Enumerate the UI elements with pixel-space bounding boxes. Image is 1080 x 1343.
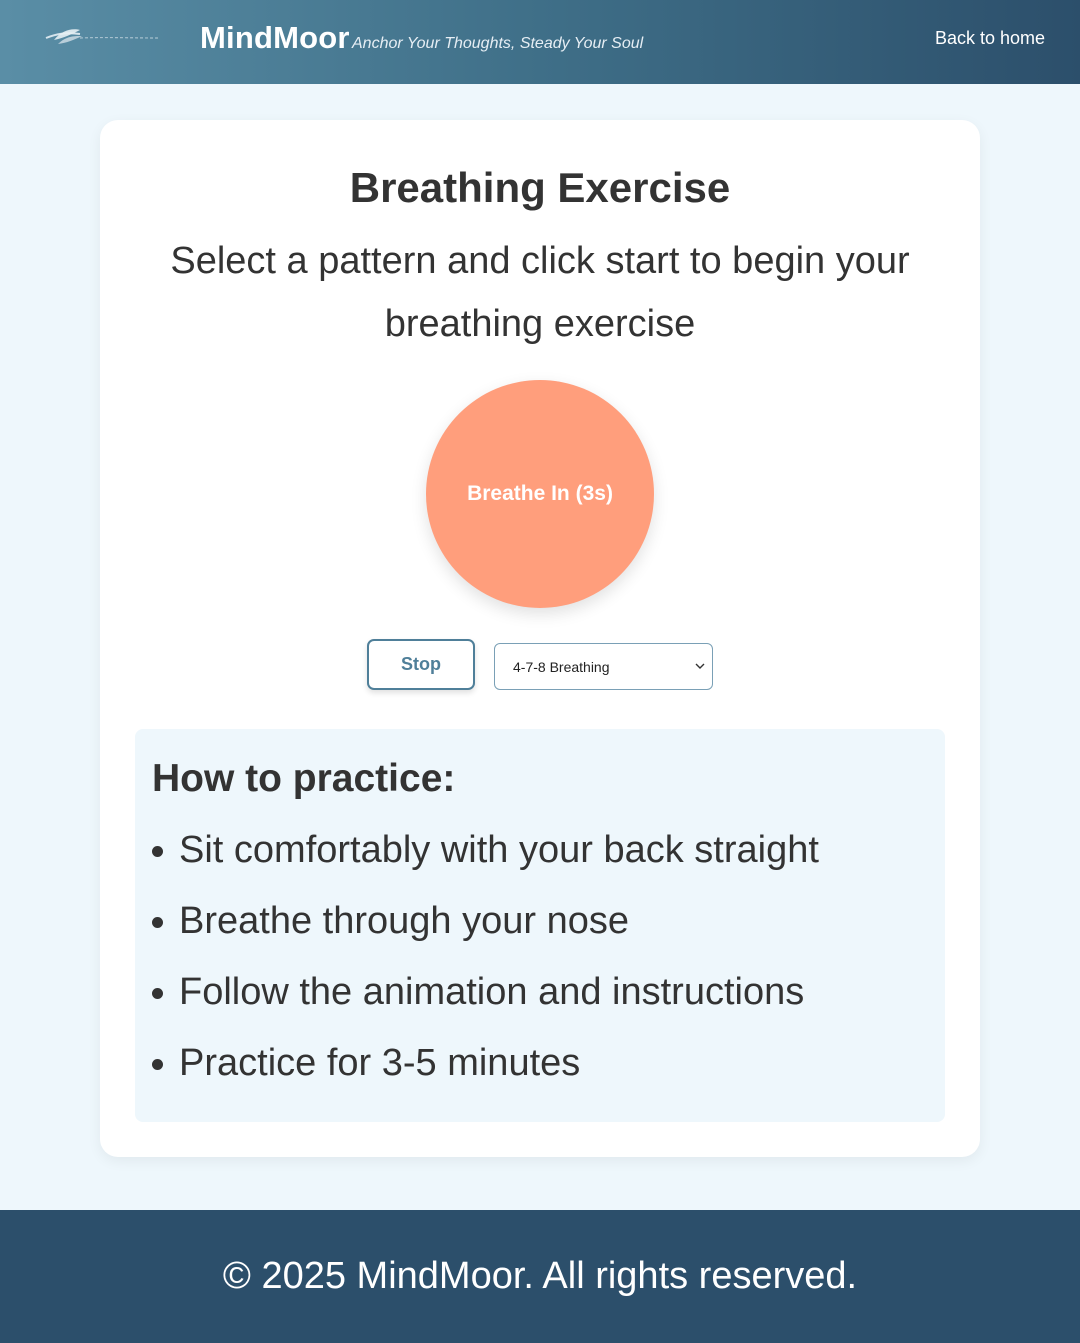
pattern-select[interactable]: 4-7-8 Breathing bbox=[494, 643, 713, 690]
page-subtitle: Select a pattern and click start to begi… bbox=[170, 240, 910, 345]
page-title: Breathing Exercise bbox=[349, 164, 731, 211]
practice-item: Breathe through your nose bbox=[152, 886, 819, 957]
back-to-home-link[interactable]: Back to home bbox=[935, 28, 1045, 49]
copyright-text: © 2025 MindMoor. All rights reserved. bbox=[222, 1255, 858, 1297]
bullet-icon bbox=[152, 846, 163, 857]
breathing-circle: Breathe In (3s) bbox=[426, 380, 654, 608]
site-footer: © 2025 MindMoor. All rights reserved. bbox=[0, 1210, 1080, 1343]
brand-name[interactable]: MindMoor bbox=[200, 20, 350, 56]
chevron-down-icon bbox=[695, 663, 705, 669]
breathing-instruction: Breathe In (3s) bbox=[467, 482, 613, 505]
feather-logo-icon[interactable] bbox=[44, 24, 160, 50]
practice-instructions: How to practice: Sit comfortably with yo… bbox=[135, 729, 945, 1122]
brand-tagline: Anchor Your Thoughts, Steady Your Soul bbox=[352, 35, 644, 52]
practice-item: Practice for 3-5 minutes bbox=[152, 1028, 819, 1099]
site-header: MindMoor Anchor Your Thoughts, Steady Yo… bbox=[0, 0, 1080, 84]
breathing-card: Breathing Exercise Select a pattern and … bbox=[100, 120, 980, 1157]
bullet-icon bbox=[152, 917, 163, 928]
practice-item-text: Follow the animation and instructions bbox=[179, 971, 805, 1013]
bullet-icon bbox=[152, 988, 163, 999]
pattern-select-value: 4-7-8 Breathing bbox=[513, 658, 610, 675]
practice-heading: How to practice: bbox=[152, 757, 456, 800]
bullet-icon bbox=[152, 1059, 163, 1070]
practice-list: Sit comfortably with your back straight … bbox=[152, 815, 819, 1099]
practice-item: Follow the animation and instructions bbox=[152, 957, 819, 1028]
practice-item-text: Breathe through your nose bbox=[179, 900, 629, 942]
practice-item-text: Sit comfortably with your back straight bbox=[179, 829, 819, 871]
stop-button[interactable]: Stop bbox=[367, 639, 475, 690]
practice-item: Sit comfortably with your back straight bbox=[152, 815, 819, 886]
practice-item-text: Practice for 3-5 minutes bbox=[179, 1042, 581, 1084]
